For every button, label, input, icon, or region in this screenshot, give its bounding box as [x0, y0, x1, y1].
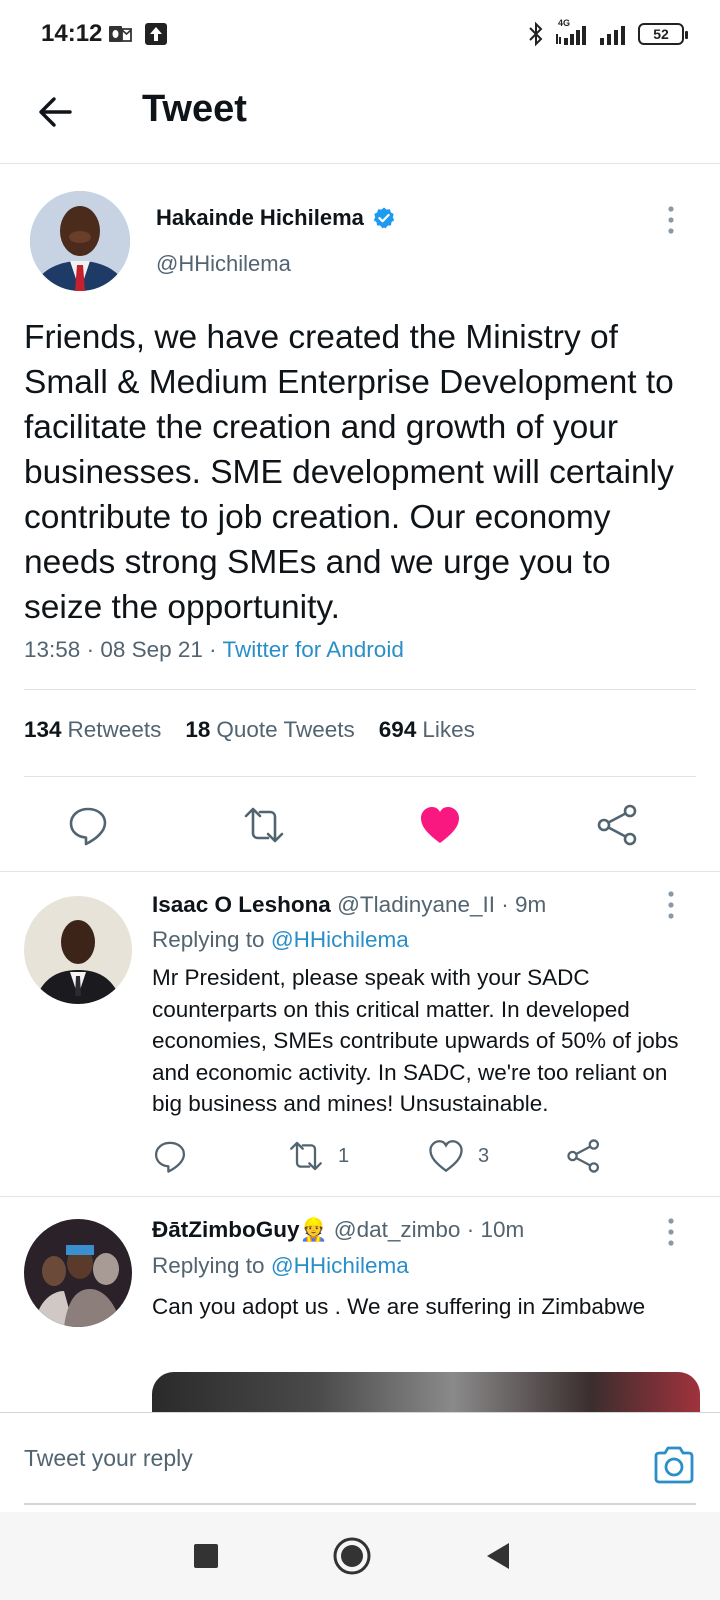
battery-level: 52: [653, 26, 669, 42]
heart-icon: [429, 1140, 463, 1173]
reply-author-handle[interactable]: @dat_zimbo: [334, 1217, 461, 1242]
reply-icon[interactable]: [66, 803, 110, 847]
verified-badge-icon: [373, 207, 395, 229]
home-icon[interactable]: [330, 1534, 374, 1578]
retweet-count: 1: [338, 1144, 350, 1167]
replying-to-link[interactable]: @HHichilema: [271, 927, 409, 952]
status-bar: 14:12 4G 52: [0, 0, 720, 68]
like-count: 3: [478, 1144, 490, 1167]
upload-icon: [145, 23, 167, 45]
tweet-time: 13:58: [24, 637, 81, 662]
tweet-meta: 13:58 · 08 Sep 21 · Twitter for Android: [24, 637, 404, 662]
more-options-icon[interactable]: [664, 205, 678, 235]
share-icon[interactable]: [596, 803, 640, 847]
construction-worker-emoji: 👷: [299, 1217, 328, 1242]
retweet-button[interactable]: 1: [288, 1138, 349, 1174]
divider: [24, 689, 696, 690]
like-button[interactable]: 3: [428, 1138, 489, 1174]
status-time: 14:12: [41, 20, 103, 47]
reply-header: Isaac O Leshona @Tladinyane_II · 9m: [152, 892, 547, 917]
reply-text: Can you adopt us . We are suffering in Z…: [152, 1294, 646, 1319]
share-icon: [567, 1139, 600, 1173]
reply-avatar[interactable]: [24, 896, 132, 1004]
author-avatar[interactable]: [30, 191, 130, 291]
reply-media-image[interactable]: [152, 1372, 700, 1412]
reply-author-handle[interactable]: @Tladinyane_II: [337, 892, 495, 917]
reply-composer: Tweet your reply: [0, 1412, 720, 1512]
tweet-date: 08 Sep 21: [100, 637, 203, 662]
reply-input[interactable]: Tweet your reply: [24, 1445, 193, 1472]
recents-icon[interactable]: [184, 1534, 228, 1578]
arrow-left-icon[interactable]: [34, 90, 78, 134]
more-options-icon[interactable]: [664, 1217, 678, 1247]
reply-author-name[interactable]: Isaac O Leshona: [152, 892, 331, 917]
likes-stat[interactable]: 694 Likes: [379, 717, 475, 743]
share-button[interactable]: [566, 1138, 602, 1174]
author-name[interactable]: Hakainde Hichilema: [156, 205, 396, 231]
reply-author-name[interactable]: ĐātZimboGuy: [152, 1217, 300, 1242]
reply-text: Mr President, please speak with your SAD…: [152, 965, 679, 1116]
battery-icon: 52: [638, 23, 688, 45]
bluetooth-icon: [529, 21, 543, 47]
reply-age: 10m: [480, 1217, 525, 1242]
reply-age: 9m: [515, 892, 547, 917]
divider: [0, 871, 720, 872]
top-app-bar: Tweet: [0, 68, 720, 164]
tweet-text: Friends, we have created the Ministry of…: [24, 319, 674, 626]
replying-to: Replying to @HHichilema: [152, 1253, 409, 1278]
reply-actions: 1 3: [152, 1138, 672, 1178]
tweet-stats: 134 Retweets 18 Quote Tweets 694 Likes: [24, 717, 475, 743]
signal-icon: [600, 26, 625, 45]
back-nav-icon[interactable]: [478, 1534, 522, 1578]
composer-underline: [24, 1503, 696, 1505]
reply-icon: [154, 1141, 186, 1173]
system-nav-bar: [0, 1512, 720, 1600]
camera-icon[interactable]: [652, 1443, 696, 1487]
divider: [24, 776, 696, 777]
replying-to-link[interactable]: @HHichilema: [271, 1253, 409, 1278]
author-handle[interactable]: @HHichilema: [156, 251, 291, 277]
replying-to: Replying to @HHichilema: [152, 927, 409, 952]
retweet-icon: [290, 1141, 322, 1171]
reply-header: ĐātZimboGuy👷 @dat_zimbo · 10m: [152, 1217, 525, 1242]
status-icons: 4G 52: [526, 18, 688, 50]
tweet-source-link[interactable]: Twitter for Android: [223, 637, 404, 662]
more-options-icon[interactable]: [664, 890, 678, 920]
divider: [0, 1196, 720, 1197]
tweet-actions: [0, 795, 720, 871]
author-name-text: Hakainde Hichilema: [156, 205, 364, 230]
reply-avatar[interactable]: [24, 1219, 132, 1327]
outlook-icon: [109, 26, 132, 42]
reply-button[interactable]: [152, 1138, 188, 1174]
page-title: Tweet: [142, 88, 247, 130]
like-filled-icon[interactable]: [418, 803, 462, 847]
retweet-icon[interactable]: [242, 803, 286, 847]
retweets-stat[interactable]: 134 Retweets: [24, 717, 161, 743]
signal-4g-icon: 4G: [554, 18, 590, 48]
quote-tweets-stat[interactable]: 18 Quote Tweets: [185, 717, 354, 743]
